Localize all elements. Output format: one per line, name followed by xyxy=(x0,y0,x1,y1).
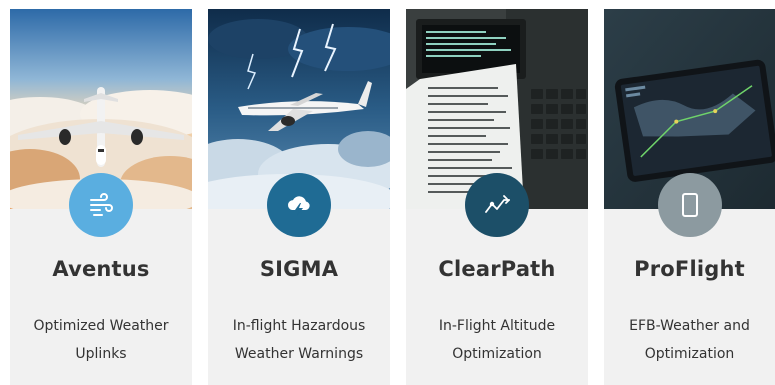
flight-path-icon xyxy=(465,173,529,237)
wind-icon xyxy=(69,173,133,237)
card-description: In-flight Hazardous Weather Warnings xyxy=(232,318,366,362)
card-title: ClearPath xyxy=(438,257,556,281)
card-description: Optimized Weather Uplinks xyxy=(33,318,169,362)
storm-cloud-icon xyxy=(267,173,331,237)
card-title: ProFlight xyxy=(634,257,745,281)
card-description: In-Flight Altitude Optimization xyxy=(438,318,556,362)
product-card-clearpath[interactable]: ClearPath In-Flight Altitude Optimizatio… xyxy=(406,9,588,385)
tablet-icon xyxy=(658,173,722,237)
card-title: Aventus xyxy=(52,257,150,281)
product-card-sigma[interactable]: SIGMA In-flight Hazardous Weather Warnin… xyxy=(208,9,390,385)
product-card-proflight[interactable]: ProFlight EFB-Weather and Optimization xyxy=(604,9,775,385)
product-cards: Aventus Optimized Weather Uplinks SIGMA … xyxy=(0,0,775,385)
product-card-aventus[interactable]: Aventus Optimized Weather Uplinks xyxy=(10,9,192,385)
card-description: EFB-Weather and Optimization xyxy=(629,318,750,362)
card-title: SIGMA xyxy=(259,257,339,281)
